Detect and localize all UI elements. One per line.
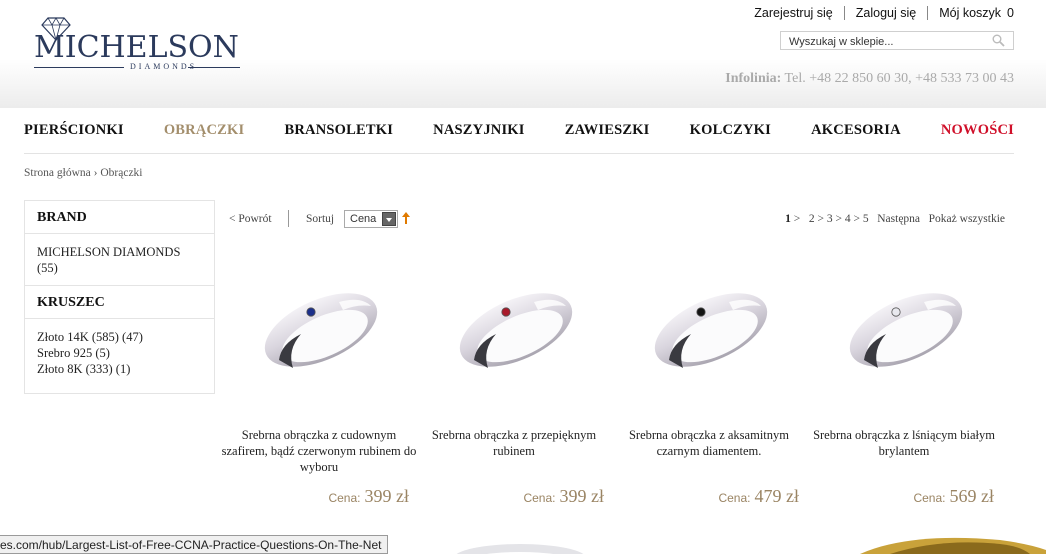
login-link[interactable]: Zaloguj się bbox=[845, 6, 927, 20]
product-name[interactable]: Srebrna obrączka z aksamitnym czarnym di… bbox=[609, 427, 809, 459]
price-value: 399 zł bbox=[364, 486, 410, 506]
next-page-link[interactable]: Następna bbox=[877, 213, 920, 225]
back-link[interactable]: < Powrót bbox=[229, 213, 272, 225]
price-label: Cena: bbox=[523, 491, 556, 505]
product-name[interactable]: Srebrna obrączka z lśniącym białym bryla… bbox=[804, 427, 1004, 459]
page-separator: > bbox=[814, 213, 827, 225]
page-separator bbox=[869, 213, 878, 225]
michelson-logo[interactable]: MICHELSON DIAMONDS bbox=[34, 17, 244, 76]
site-header: MICHELSON DIAMONDS Zarejestruj się Zalog… bbox=[0, 0, 1046, 108]
nav-akcesoria[interactable]: AKCESORIA bbox=[811, 122, 901, 139]
sort-direction-arrow-icon[interactable] bbox=[401, 211, 411, 225]
filter-sidebar: BRAND MICHELSON DIAMONDS (55) KRUSZEC Zł… bbox=[24, 200, 215, 394]
filter-metal-item[interactable]: Złoto 14K (585) (47) bbox=[37, 329, 202, 345]
nav-pierscionki[interactable]: PIERŚCIONKI bbox=[24, 122, 124, 139]
listing-toolbar: < Powrót Sortuj Cena 1 > 2 > 3 > 4 > 5 N… bbox=[229, 209, 1005, 231]
browser-status-bar: es.com/hub/Largest-List-of-Free-CCNA-Pra… bbox=[0, 535, 389, 554]
page-separator bbox=[920, 213, 929, 225]
product-name[interactable]: Srebrna obrączka z przepięknym rubinem bbox=[414, 427, 614, 459]
product-price: Cena: 569 zł bbox=[913, 486, 994, 507]
filter-brand-title: BRAND bbox=[25, 201, 214, 234]
gemstone-icon bbox=[696, 307, 706, 317]
filter-brand-item[interactable]: MICHELSON DIAMONDS (55) bbox=[37, 244, 202, 276]
price-label: Cena: bbox=[913, 491, 946, 505]
pagination: 1 > 2 > 3 > 4 > 5 Następna Pokaż wszystk… bbox=[785, 213, 1005, 225]
price-value: 479 zł bbox=[754, 486, 800, 506]
filter-brand-list: MICHELSON DIAMONDS (55) bbox=[25, 234, 214, 286]
cart-link[interactable]: Mój koszyk bbox=[928, 6, 1001, 20]
account-links: Zarejestruj się Zaloguj się Mój koszyk 0 bbox=[743, 6, 1014, 20]
nav-zawieszki[interactable]: ZAWIESZKI bbox=[565, 122, 650, 139]
product-price: Cena: 479 zł bbox=[718, 486, 799, 507]
filter-metal-item[interactable]: Srebro 925 (5) bbox=[37, 345, 202, 361]
price-label: Cena: bbox=[718, 491, 751, 505]
breadcrumb: Strona główna › Obrączki bbox=[24, 167, 143, 179]
price-value: 399 zł bbox=[559, 486, 605, 506]
page-separator: > bbox=[850, 213, 863, 225]
sort-select[interactable]: Cena bbox=[344, 210, 398, 228]
gemstone-icon bbox=[306, 307, 316, 317]
product-price: Cena: 399 zł bbox=[328, 486, 409, 507]
nav-bransoletki[interactable]: BRANSOLETKI bbox=[284, 122, 393, 139]
ring-image bbox=[264, 293, 378, 368]
breadcrumb-current: Obrączki bbox=[100, 167, 143, 179]
ring-image bbox=[849, 293, 963, 368]
search-box bbox=[780, 31, 1014, 51]
product-name[interactable]: Srebrna obrączka z cudownym szafirem, bą… bbox=[219, 427, 419, 475]
product-image[interactable] bbox=[229, 252, 409, 412]
hotline-phones: Tel. +48 22 850 60 30, +48 533 73 00 43 bbox=[784, 71, 1014, 86]
product-image[interactable] bbox=[619, 252, 799, 412]
logo-rule-left bbox=[34, 67, 124, 68]
filter-metal-title: KRUSZEC bbox=[25, 286, 214, 319]
breadcrumb-home[interactable]: Strona główna bbox=[24, 167, 91, 179]
nav-kolczyki[interactable]: KOLCZYKI bbox=[690, 122, 771, 139]
price-value: 569 zł bbox=[949, 486, 995, 506]
show-all-link[interactable]: Pokaż wszystkie bbox=[929, 213, 1005, 225]
product-price: Cena: 399 zł bbox=[523, 486, 604, 507]
product-image[interactable] bbox=[424, 252, 604, 412]
breadcrumb-separator: › bbox=[93, 167, 98, 179]
hotline-label: Infolinia: bbox=[725, 71, 782, 86]
nav-obraczki[interactable]: OBRĄCZKI bbox=[164, 122, 245, 139]
sort-label: Sortuj bbox=[306, 213, 335, 225]
page-separator: > bbox=[790, 213, 809, 225]
gemstone-icon bbox=[501, 307, 511, 317]
nav-nowosci[interactable]: NOWOŚCI bbox=[941, 122, 1014, 139]
cart-count[interactable]: 0 bbox=[1007, 6, 1014, 20]
ring-image bbox=[654, 293, 768, 368]
price-label: Cena: bbox=[328, 491, 361, 505]
filter-metal-list: Złoto 14K (585) (47) Srebro 925 (5) Złot… bbox=[25, 319, 214, 386]
sort-value: Cena bbox=[350, 213, 377, 225]
search-icon[interactable] bbox=[992, 34, 1005, 47]
logo-rule-right bbox=[188, 67, 240, 68]
chevron-down-icon[interactable] bbox=[382, 212, 396, 226]
page-separator: > bbox=[832, 213, 845, 225]
search-input[interactable] bbox=[781, 33, 981, 51]
logo-text: MICHELSON bbox=[34, 30, 239, 65]
gold-ring-image[interactable] bbox=[850, 536, 1046, 554]
nav-naszyjniki[interactable]: NASZYJNIKI bbox=[433, 122, 524, 139]
divider bbox=[288, 210, 289, 227]
product-image[interactable] bbox=[814, 252, 994, 412]
register-link[interactable]: Zarejestruj się bbox=[743, 6, 844, 20]
filter-metal-item[interactable]: Złoto 8K (333) (1) bbox=[37, 361, 202, 377]
ring-image bbox=[459, 293, 573, 368]
hotline-info: Infolinia: Tel. +48 22 850 60 30, +48 53… bbox=[725, 71, 1014, 87]
product-image[interactable] bbox=[440, 536, 600, 554]
main-navigation: PIERŚCIONKI OBRĄCZKI BRANSOLETKI NASZYJN… bbox=[24, 108, 1014, 154]
gemstone-icon bbox=[891, 307, 901, 317]
